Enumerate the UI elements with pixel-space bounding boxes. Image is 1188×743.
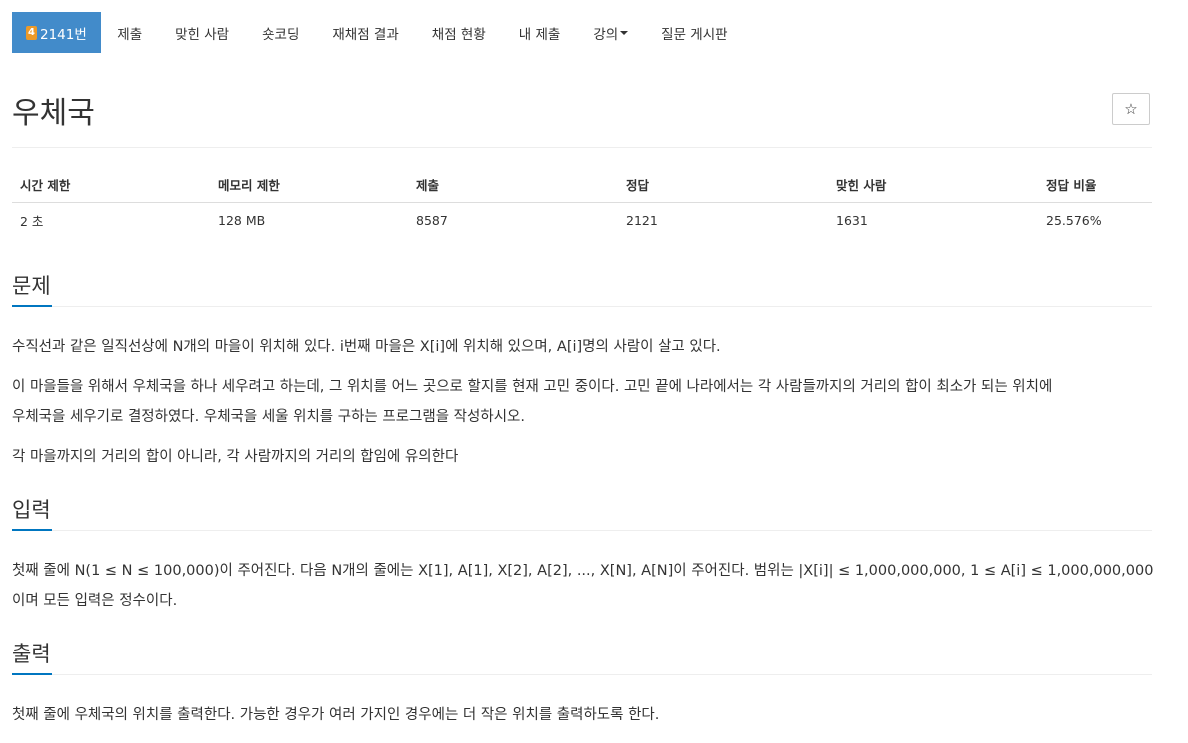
- problem-number: 2141번: [40, 26, 87, 43]
- page-title: 우체국: [12, 96, 95, 131]
- star-icon: ☆: [1124, 100, 1138, 118]
- header-submissions: 제출: [408, 167, 618, 203]
- section-title-output: 출력: [12, 642, 51, 666]
- header-solvers: 맞힌 사람: [828, 167, 1038, 203]
- caret-down-icon: [620, 30, 629, 35]
- tab-problem[interactable]: 4 2141번: [12, 12, 101, 53]
- memory-limit-value: 128 MB: [218, 213, 266, 228]
- output-text-line: 첫째 줄에 우체국의 위치를 출력한다. 가능한 경우가 여러 가지인 경우에는…: [12, 707, 660, 723]
- solvers-value: 1631: [836, 213, 868, 228]
- section-rule-output: [12, 674, 1152, 675]
- problem-text-line: 우체국을 세우기로 결정하였다. 우체국을 세울 위치를 구하는 프로그램을 작…: [12, 409, 525, 425]
- title-divider: [12, 147, 1152, 148]
- header-accept-ratio: 정답 비율: [1038, 167, 1152, 203]
- section-accent-problem: [12, 305, 52, 307]
- header-accepted: 정답: [618, 167, 828, 203]
- header-memory-limit: 메모리 제한: [210, 167, 408, 203]
- section-accent-input: [12, 529, 52, 531]
- tab-qna-board[interactable]: 질문 게시판: [645, 12, 744, 53]
- problem-text-line: 각 마을까지의 거리의 합이 아니라, 각 사람까지의 거리의 합임에 유의한다: [12, 449, 459, 465]
- tab-lectures-label: 강의: [593, 26, 619, 43]
- section-accent-output: [12, 673, 52, 675]
- input-text-line: 첫째 줄에 N(1 ≤ N ≤ 100,000)이 주어진다. 다음 N개의 줄…: [12, 563, 1154, 579]
- tab-short-coding[interactable]: 숏코딩: [246, 12, 316, 53]
- section-rule-problem: [12, 306, 1152, 307]
- accept-ratio-value: 25.576%: [1046, 213, 1102, 228]
- tab-lectures-dropdown[interactable]: 강의: [577, 12, 645, 53]
- tab-submit[interactable]: 제출: [101, 12, 159, 53]
- submissions-value: 8587: [416, 213, 448, 228]
- problem-text-line: 수직선과 같은 일직선상에 N개의 마을이 위치해 있다. i번째 마을은 X[…: [12, 339, 721, 355]
- header-time-limit: 시간 제한: [12, 167, 210, 203]
- problem-info-table: 시간 제한 메모리 제한 제출 정답 맞힌 사람 정답 비율 2 초 128 M…: [12, 167, 1152, 238]
- section-title-input: 입력: [12, 498, 51, 522]
- tab-my-submissions[interactable]: 내 제출: [502, 12, 577, 53]
- time-limit-value: 2 초: [20, 214, 44, 229]
- section-title-problem: 문제: [12, 274, 51, 298]
- tab-status[interactable]: 채점 현황: [415, 12, 502, 53]
- table-row: 2 초 128 MB 8587 2121 1631 25.576%: [12, 203, 1152, 239]
- accepted-value: 2121: [626, 213, 658, 228]
- section-rule-input: [12, 530, 1152, 531]
- problem-text-line: 이 마을들을 위해서 우체국을 하나 세우려고 하는데, 그 위치를 어느 곳으…: [12, 379, 1053, 395]
- problem-nav: 4 2141번 제출 맞힌 사람 숏코딩 재채점 결과 채점 현황 내 제출 강…: [12, 12, 744, 53]
- tier-badge-icon: 4: [26, 25, 37, 40]
- problem-page: 4 2141번 제출 맞힌 사람 숏코딩 재채점 결과 채점 현황 내 제출 강…: [0, 0, 1188, 743]
- input-text-line: 이며 모든 입력은 정수이다.: [12, 593, 178, 609]
- favorite-star-button[interactable]: ☆: [1112, 93, 1150, 125]
- tab-solvers[interactable]: 맞힌 사람: [159, 12, 246, 53]
- tab-rejudge-results[interactable]: 재채점 결과: [316, 12, 415, 53]
- table-header-row: 시간 제한 메모리 제한 제출 정답 맞힌 사람 정답 비율: [12, 167, 1152, 203]
